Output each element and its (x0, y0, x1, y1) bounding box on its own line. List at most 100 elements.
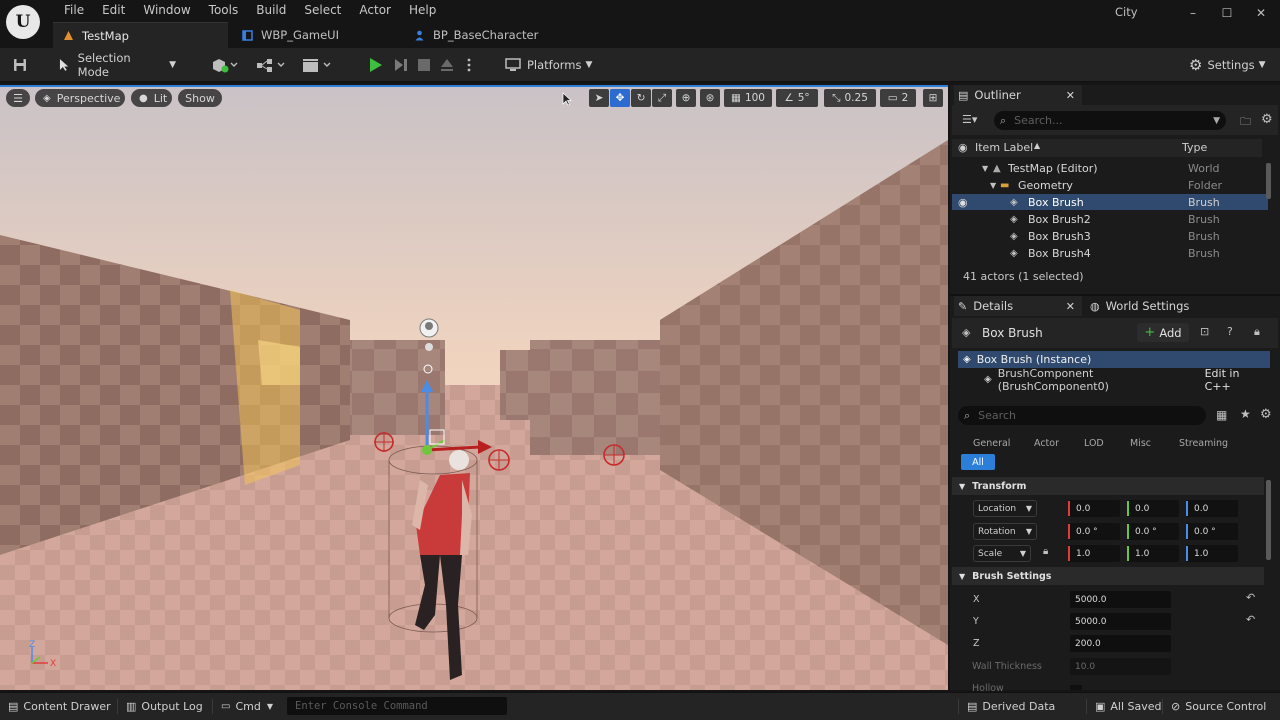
tab-wbp-gameui[interactable]: WBP_GameUI (228, 22, 404, 48)
outliner-search-input[interactable]: ⌕ Search... ▼ (994, 111, 1226, 130)
platforms-dropdown[interactable]: Platforms ▼ (505, 56, 592, 74)
instance-row[interactable]: ◈ Box Brush (Instance) (958, 351, 1270, 368)
component-row[interactable]: ◈ BrushComponent (BrushComponent0) Edit … (958, 367, 1270, 393)
category-all[interactable]: All (961, 454, 995, 470)
brush-y-field[interactable]: 5000.0 (1070, 613, 1171, 630)
location-z-field[interactable]: 0.0 (1186, 500, 1238, 517)
scale-tool-button[interactable]: ⤢ (652, 89, 672, 107)
unreal-logo-icon[interactable]: U (6, 5, 40, 39)
add-folder-icon[interactable]: 🗀 (1240, 113, 1251, 132)
menu-window[interactable]: Window (134, 2, 199, 20)
camera-speed-button[interactable]: ▭ 2 (880, 89, 916, 107)
menu-tools[interactable]: Tools (200, 2, 248, 20)
lock-icon[interactable]: 🔒︎ (1043, 546, 1048, 557)
tree-row[interactable]: ▼ ▬ Geometry Folder (952, 177, 1268, 193)
location-dropdown[interactable]: Location ▼ (973, 500, 1037, 517)
output-log-button[interactable]: ▥ Output Log (117, 699, 203, 714)
expand-arrow-icon[interactable]: ▼ (982, 164, 988, 173)
eye-icon[interactable]: ◉ (958, 141, 968, 154)
content-drawer-button[interactable]: ▤ Content Drawer (8, 699, 111, 714)
menu-edit[interactable]: Edit (93, 2, 134, 20)
close-icon[interactable]: ✕ (1066, 300, 1075, 313)
translate-tool-button[interactable]: ✥ (610, 89, 630, 107)
menu-help[interactable]: Help (400, 2, 445, 20)
derived-data-button[interactable]: ▤ Derived Data (958, 699, 1055, 714)
scale-z-field[interactable]: 1.0 (1186, 545, 1238, 562)
source-control-button[interactable]: ⊘ Source Control (1162, 699, 1266, 714)
all-saved-button[interactable]: ▣ All Saved (1086, 699, 1162, 714)
gear-icon[interactable]: ⚙ (1260, 407, 1272, 422)
surface-snap-button[interactable]: ⊛ (700, 89, 720, 107)
stop-button[interactable] (417, 56, 431, 74)
expand-arrow-icon[interactable]: ▼ (990, 181, 996, 190)
viewport-menu-button[interactable]: ☰ (6, 89, 30, 107)
rotation-x-field[interactable]: 0.0 ° (1068, 523, 1120, 540)
category-actor[interactable]: Actor (1034, 435, 1059, 451)
reset-icon[interactable]: ↶ (1246, 591, 1255, 604)
tree-row[interactable]: ◈ Box Brush3 Brush (952, 228, 1268, 244)
category-general[interactable]: General (973, 435, 1010, 451)
help-icon[interactable]: ? (1227, 325, 1233, 338)
tab-bp-basecharacter[interactable]: BP_BaseCharacter (404, 22, 594, 48)
brush-settings-section-header[interactable]: ▼ Brush Settings (952, 567, 1264, 585)
tree-row[interactable]: ▼ ▲ TestMap (Editor) World (952, 160, 1268, 176)
tree-row[interactable]: ◈ Box Brush2 Brush (952, 211, 1268, 227)
rotation-z-field[interactable]: 0.0 ° (1186, 523, 1238, 540)
hollow-checkbox[interactable] (1070, 685, 1082, 690)
outliner-tab[interactable]: ▤ Outliner ✕ (954, 85, 1082, 105)
maximize-viewport-button[interactable]: ⊞ (923, 89, 943, 107)
details-tab[interactable]: ✎ Details ✕ (954, 296, 1082, 316)
console-command-input[interactable]: Enter Console Command (287, 697, 507, 715)
select-tool-button[interactable]: ➤ (589, 89, 609, 107)
col-item-label[interactable]: Item Label (975, 141, 1033, 154)
close-window-button[interactable]: ✕ (1244, 6, 1278, 20)
rotation-snap-button[interactable]: ∠ 5° (776, 89, 818, 107)
lock-icon[interactable]: 🔒︎ (1254, 325, 1260, 339)
brush-x-field[interactable]: 5000.0 (1070, 591, 1171, 608)
blueprints-button[interactable] (256, 56, 286, 74)
selection-mode-dropdown[interactable]: Selection Mode ▼ (58, 51, 176, 79)
location-x-field[interactable]: 0.0 (1068, 500, 1120, 517)
grid-snap-button[interactable]: ▦ 100 (724, 89, 772, 107)
blueprint-icon[interactable]: ⊡ (1200, 325, 1209, 338)
level-viewport[interactable]: Z X (0, 85, 948, 690)
scale-y-field[interactable]: 1.0 (1127, 545, 1179, 562)
eye-icon[interactable]: ◉ (958, 196, 968, 209)
tree-row[interactable]: ◈ Box Brush4 Brush (952, 245, 1268, 261)
category-streaming[interactable]: Streaming (1179, 435, 1228, 451)
menu-build[interactable]: Build (247, 2, 295, 20)
location-y-field[interactable]: 0.0 (1127, 500, 1179, 517)
filter-icon[interactable]: ☰▾ (962, 113, 977, 126)
gear-icon[interactable]: ⚙ (1261, 112, 1273, 127)
star-icon[interactable]: ★ (1240, 407, 1251, 421)
play-button[interactable] (368, 56, 384, 74)
add-component-button[interactable]: + Add (1137, 323, 1189, 342)
details-search-input[interactable]: ⌕ Search (958, 406, 1206, 425)
eject-button[interactable] (439, 56, 455, 74)
reset-icon[interactable]: ↶ (1246, 613, 1255, 626)
close-icon[interactable]: ✕ (1066, 89, 1075, 102)
settings-dropdown[interactable]: ⚙ Settings ▼ (1189, 56, 1266, 74)
transform-section-header[interactable]: ▼ Transform (952, 477, 1264, 495)
add-content-button[interactable] (210, 56, 238, 74)
maximize-button[interactable]: ☐ (1210, 6, 1244, 20)
view-mode-button[interactable]: ● Lit (131, 89, 172, 107)
menu-file[interactable]: File (55, 2, 93, 20)
world-settings-tab[interactable]: ◍ World Settings (1090, 296, 1210, 316)
category-lod[interactable]: LOD (1084, 435, 1104, 451)
scale-snap-button[interactable]: ⤡ 0.25 (824, 89, 876, 107)
coordinate-space-button[interactable]: ⊕ (676, 89, 696, 107)
tree-row-selected[interactable]: ◉ ◈ Box Brush Brush (952, 194, 1268, 210)
show-button[interactable]: Show (178, 89, 222, 107)
details-scrollbar[interactable] (1266, 480, 1271, 560)
rotation-y-field[interactable]: 0.0 ° (1127, 523, 1179, 540)
save-icon[interactable] (12, 56, 28, 74)
table-view-icon[interactable]: ▦ (1216, 408, 1227, 422)
category-misc[interactable]: Misc (1130, 435, 1151, 451)
play-options-button[interactable] (466, 56, 472, 74)
advance-frame-button[interactable] (393, 56, 409, 74)
minimize-button[interactable]: – (1176, 6, 1210, 20)
cmd-dropdown[interactable]: ▭ Cmd ▼ (212, 699, 273, 714)
scale-x-field[interactable]: 1.0 (1068, 545, 1120, 562)
scale-dropdown[interactable]: Scale ▼ (973, 545, 1031, 562)
